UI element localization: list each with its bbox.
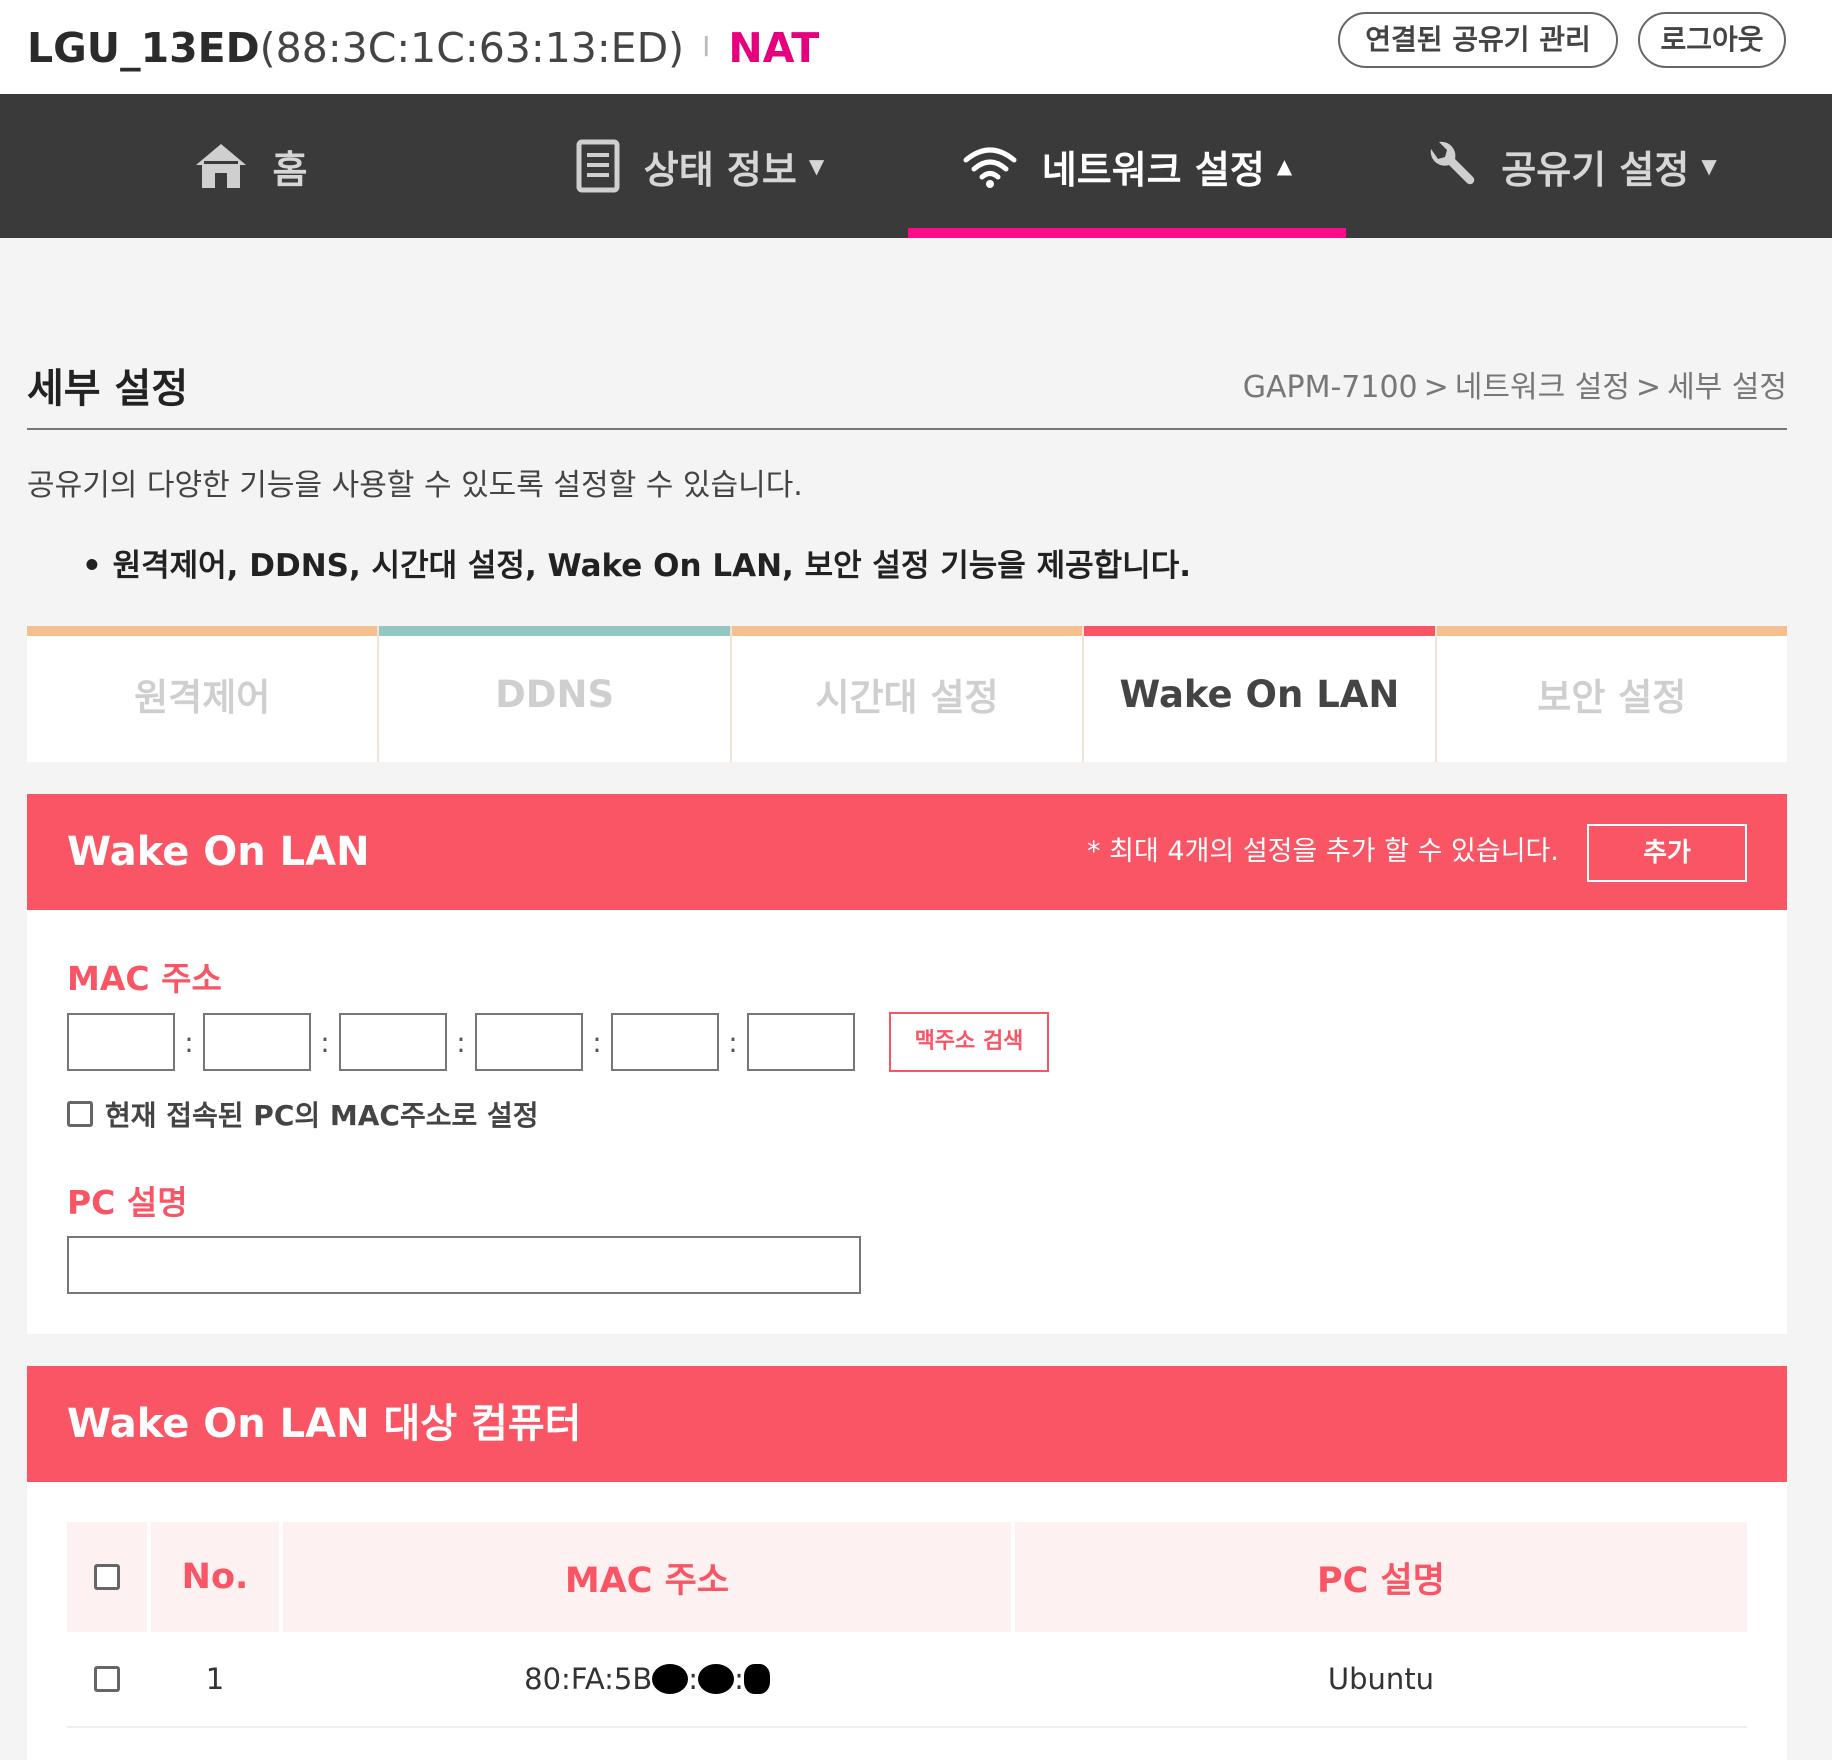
mac-colon: : (688, 1662, 699, 1696)
page-title: 세부 설정 (27, 366, 189, 412)
mac-address-inputs: : : : : : 맥주소 검색 (67, 1012, 1049, 1072)
title-divider (27, 428, 1787, 430)
page-description: 공유기의 다양한 기능을 사용할 수 있도록 설정할 수 있습니다. (27, 468, 803, 503)
breadcrumb-item-detail: 세부 설정 (1667, 370, 1787, 405)
wol-panel-title: Wake On LAN (67, 829, 370, 875)
device-ssid: LGU_13ED (27, 24, 260, 72)
logout-button[interactable]: 로그아웃 (1638, 12, 1786, 68)
mac-colon: : (456, 1025, 466, 1059)
row-select-cell (67, 1632, 147, 1726)
column-header-description: PC 설명 (1015, 1522, 1747, 1632)
manage-routers-button[interactable]: 연결된 공유기 관리 (1338, 12, 1618, 68)
nav-network-settings[interactable]: 네트워크 설정 ▲ (908, 94, 1346, 238)
mac-octet-3-input[interactable] (339, 1013, 447, 1071)
top-header: LGU_13ED(88:3C:1C:63:13:ED) I NAT 연결된 공유기 … (0, 0, 1832, 94)
device-mac: (88:3C:1C:63:13:ED) (259, 24, 685, 72)
mac-octet-1-input[interactable] (67, 1013, 175, 1071)
mac-octet-5-input[interactable] (611, 1013, 719, 1071)
tab-remote-control[interactable]: 원격제어 (27, 626, 380, 762)
tab-color-bar (1084, 626, 1435, 636)
targets-panel-title: Wake On LAN 대상 컴퓨터 (67, 1401, 582, 1447)
row-mac-address: 80:FA:5B:: (283, 1632, 1011, 1726)
main-nav: 홈 상태 정보 ▼ 네트워크 설정 ▲ 공유기 설정 ▼ (0, 94, 1832, 238)
nav-router-settings[interactable]: 공유기 설정 ▼ (1400, 94, 1740, 238)
mac-colon: : (320, 1025, 330, 1059)
column-header-mac: MAC 주소 (283, 1522, 1011, 1632)
table-row: 1 80:FA:5B:: Ubuntu (67, 1632, 1747, 1728)
mac-octet-2-input[interactable] (203, 1013, 311, 1071)
home-icon (193, 141, 249, 191)
chevron-right-icon: > (1423, 370, 1449, 405)
tab-label: 보안 설정 (1537, 676, 1687, 719)
chevron-up-icon: ▲ (1276, 154, 1293, 178)
chevron-down-icon: ▼ (808, 154, 825, 178)
column-header-no: No. (151, 1522, 279, 1632)
use-current-pc-checkbox[interactable] (67, 1101, 93, 1127)
mac-search-button[interactable]: 맥주소 검색 (889, 1012, 1049, 1072)
add-button[interactable]: 추가 (1587, 824, 1747, 882)
document-icon (576, 139, 620, 193)
chevron-down-icon: ▼ (1701, 154, 1717, 178)
wol-form: MAC 주소 : : : : : 맥주소 검색 현재 접속된 PC의 MAC주소… (27, 910, 1787, 1334)
tab-security[interactable]: 보안 설정 (1436, 626, 1788, 762)
targets-panel: No. MAC 주소 PC 설명 1 80:FA:5B:: Ubuntu (27, 1482, 1787, 1760)
wol-limit-note: * 최대 4개의 설정을 추가 할 수 있습니다. (1087, 836, 1559, 867)
header-separator: I (702, 30, 711, 63)
nav-home-label: 홈 (272, 147, 308, 192)
nav-status-label: 상태 정보 (643, 147, 797, 192)
table-header: No. MAC 주소 PC 설명 (67, 1522, 1747, 1632)
detail-tabs: 원격제어 DDNS 시간대 설정 Wake On LAN 보안 설정 (27, 626, 1788, 762)
use-current-pc-label: 현재 접속된 PC의 MAC주소로 설정 (105, 1099, 539, 1132)
tab-wake-on-lan[interactable]: Wake On LAN (1084, 626, 1437, 762)
tab-color-bar (379, 626, 730, 636)
wol-panel-header: Wake On LAN * 최대 4개의 설정을 추가 할 수 있습니다. 추가 (27, 794, 1787, 910)
tab-label: DDNS (495, 672, 615, 716)
mac-octet-4-input[interactable] (475, 1013, 583, 1071)
breadcrumb-item-network[interactable]: 네트워크 설정 (1455, 370, 1630, 405)
mac-octet-6-input[interactable] (747, 1013, 855, 1071)
tab-color-bar (731, 626, 1083, 636)
wrench-icon (1423, 139, 1477, 193)
tab-timezone[interactable]: 시간대 설정 (731, 626, 1085, 762)
tab-ddns[interactable]: DDNS (379, 626, 732, 762)
mac-colon: : (592, 1025, 602, 1059)
select-all-checkbox[interactable] (94, 1564, 120, 1590)
pc-description-label: PC 설명 (67, 1183, 188, 1222)
breadcrumb-item-device[interactable]: GAPM-7100 (1243, 370, 1418, 405)
row-number: 1 (205, 1662, 225, 1696)
breadcrumb: GAPM-7100 > 네트워크 설정 > 세부 설정 (1243, 362, 1787, 406)
network-mode: NAT (728, 24, 820, 72)
tab-label: Wake On LAN (1119, 672, 1400, 716)
nav-status-info[interactable]: 상태 정보 ▼ (540, 94, 860, 238)
tab-color-bar (27, 626, 378, 636)
redaction-mark (652, 1664, 689, 1694)
tab-color-bar (1436, 626, 1788, 636)
chevron-right-icon: > (1635, 370, 1662, 405)
mac-colon: : (184, 1025, 194, 1059)
mac-colon: : (728, 1025, 738, 1059)
nav-network-label: 네트워크 설정 (1041, 147, 1265, 192)
tab-label: 원격제어 (134, 676, 271, 719)
row-checkbox[interactable] (94, 1666, 120, 1692)
mac-address-label: MAC 주소 (67, 959, 222, 998)
targets-panel-header: Wake On LAN 대상 컴퓨터 (27, 1366, 1787, 1482)
pc-description-input[interactable] (67, 1236, 861, 1294)
nav-home[interactable]: 홈 (150, 94, 350, 238)
redaction-mark (698, 1664, 735, 1694)
row-pc-description: Ubuntu (1327, 1662, 1435, 1696)
tab-label: 시간대 설정 (815, 676, 999, 719)
row-mac-visible: 80:FA:5B (524, 1662, 653, 1696)
feature-bullet: • 원격제어, DDNS, 시간대 설정, Wake On LAN, 보안 설정… (82, 548, 1191, 584)
select-all-cell (67, 1522, 147, 1632)
redaction-mark (743, 1664, 770, 1694)
use-current-pc-option[interactable]: 현재 접속된 PC의 MAC주소로 설정 (67, 1094, 539, 1134)
mac-colon: : (734, 1662, 744, 1696)
targets-table: No. MAC 주소 PC 설명 1 80:FA:5B:: Ubuntu (67, 1522, 1747, 1728)
nav-router-label: 공유기 설정 (1501, 147, 1690, 192)
device-info: LGU_13ED(88:3C:1C:63:13:ED) I NAT (27, 22, 819, 73)
wifi-icon (962, 144, 1018, 188)
